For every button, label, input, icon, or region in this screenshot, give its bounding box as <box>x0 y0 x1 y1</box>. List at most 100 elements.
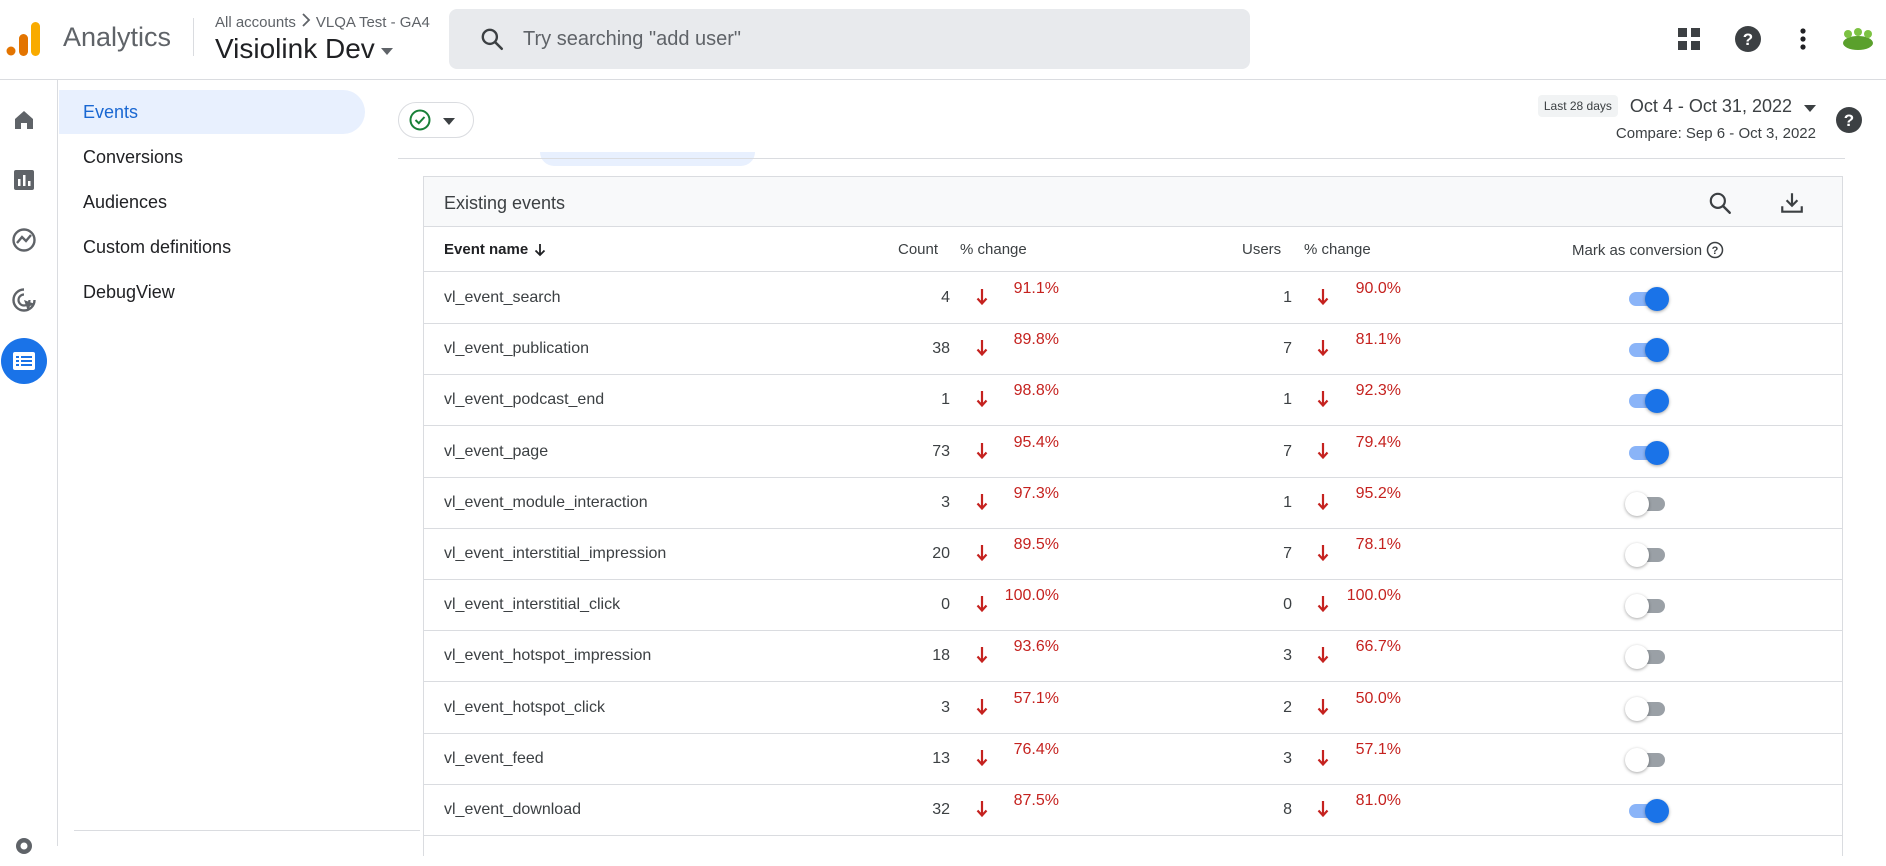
help-icon[interactable]: ? <box>1733 24 1763 54</box>
date-range-dropdown[interactable]: Oct 4 - Oct 31, 2022 <box>1630 96 1816 117</box>
table-row[interactable]: vl_event_hotspot_impression 18 93.6% 3 66.7% <box>424 631 1842 683</box>
subnav-item-conversions[interactable]: Conversions <box>59 135 365 179</box>
event-name-link[interactable]: vl_event_hotspot_impression <box>444 647 651 665</box>
toggle-knob <box>1645 389 1669 414</box>
table-row[interactable]: vl_event_podcast_end 1 98.8% 1 92.3% <box>424 375 1842 427</box>
reports-icon[interactable] <box>4 160 44 200</box>
column-header-label: Event name <box>444 241 529 258</box>
event-name-link[interactable]: vl_event_download <box>444 801 581 819</box>
arrow-down-icon <box>976 493 988 516</box>
column-header-count[interactable]: Count <box>898 241 938 258</box>
subnav-item-audiences[interactable]: Audiences <box>59 180 365 224</box>
column-header-users[interactable]: Users <box>1242 241 1281 258</box>
help-outline-icon[interactable]: ? <box>1706 241 1724 259</box>
data-quality-filter-button[interactable] <box>398 102 474 138</box>
caret-down-icon <box>443 117 455 125</box>
mark-as-conversion-toggle[interactable] <box>1625 747 1669 773</box>
breadcrumb[interactable]: All accounts VLQA Test - GA4 <box>215 13 430 31</box>
user-count: 1 <box>1283 391 1292 409</box>
arrow-down-icon <box>976 698 988 721</box>
subnav-item-debugview[interactable]: DebugView <box>59 270 365 314</box>
mark-as-conversion-toggle[interactable] <box>1625 644 1669 670</box>
apps-grid-icon[interactable] <box>1674 24 1704 54</box>
card-title: Existing events <box>444 193 566 213</box>
table-search-icon[interactable] <box>1707 190 1733 221</box>
table-row[interactable]: vl_event_download 32 87.5% 8 81.0% <box>424 785 1842 836</box>
column-header-count-change[interactable]: % change <box>960 241 1027 258</box>
table-row[interactable]: vl_event_page 73 95.4% 7 79.4% <box>424 427 1842 478</box>
mark-as-conversion-toggle[interactable] <box>1625 542 1669 568</box>
event-name-link[interactable]: vl_event_search <box>444 289 561 307</box>
property-selector[interactable]: Visiolink Dev <box>215 33 393 65</box>
mark-as-conversion-toggle[interactable] <box>1625 337 1669 363</box>
breadcrumb-account[interactable]: VLQA Test - GA4 <box>316 14 430 31</box>
table-row[interactable]: vl_event_feed 13 76.4% 3 57.1% <box>424 734 1842 785</box>
column-header-event-name[interactable]: Event name <box>444 241 547 258</box>
configure-icon[interactable] <box>1 338 47 384</box>
table-row[interactable]: vl_event_publication 38 89.8% 7 81.1% <box>424 324 1842 376</box>
page-help-icon[interactable]: ? <box>1835 106 1863 139</box>
toggle-knob <box>1625 594 1649 619</box>
column-header-users-change[interactable]: % change <box>1304 241 1371 258</box>
event-name-link[interactable]: vl_event_hotspot_click <box>444 699 605 717</box>
breadcrumb-all-accounts[interactable]: All accounts <box>215 14 296 31</box>
mark-as-conversion-toggle[interactable] <box>1625 491 1669 517</box>
explore-icon[interactable] <box>4 220 44 260</box>
brand-divider <box>193 18 194 56</box>
count-change-value: 89.5% <box>1013 536 1059 553</box>
table-row[interactable]: vl_event_hotspot_click 3 57.1% 2 50.0% <box>424 683 1842 734</box>
users-change-value: 66.7% <box>1355 638 1401 656</box>
event-name-link[interactable]: vl_event_interstitial_click <box>444 596 620 614</box>
arrow-down-icon <box>535 243 546 256</box>
users-change-value: 78.1% <box>1355 536 1401 553</box>
arrow-down-icon <box>976 544 988 567</box>
advertising-icon[interactable] <box>4 280 44 320</box>
search-bar[interactable] <box>449 9 1250 69</box>
home-icon[interactable] <box>4 100 44 140</box>
event-name-link[interactable]: vl_event_page <box>444 443 548 461</box>
event-name-link[interactable]: vl_event_podcast_end <box>444 391 604 409</box>
users-change-value: 100.0% <box>1346 587 1401 605</box>
more-vert-icon[interactable] <box>1788 24 1818 54</box>
admin-gear-icon[interactable] <box>4 826 44 866</box>
table-row[interactable]: vl_event_interstitial_impression 20 89.5% 7… <box>424 529 1842 580</box>
event-count: 3 <box>941 698 950 716</box>
users-change-value: 57.1% <box>1355 740 1401 758</box>
avatar[interactable] <box>1840 24 1876 54</box>
toggle-knob <box>1645 440 1669 465</box>
arrow-down-icon <box>1317 544 1329 567</box>
event-name-link[interactable]: vl_event_interstitial_impression <box>444 545 666 563</box>
toggle-knob <box>1625 747 1649 772</box>
count-change-value: 87.5% <box>1013 792 1059 809</box>
mark-as-conversion-toggle[interactable] <box>1625 286 1669 312</box>
user-count: 7 <box>1283 340 1292 358</box>
search-input[interactable] <box>523 27 1123 51</box>
arrow-down-icon <box>1317 390 1329 413</box>
property-name: Visiolink Dev <box>215 33 375 64</box>
mark-as-conversion-toggle[interactable] <box>1625 440 1669 466</box>
event-name-link[interactable]: vl_event_module_interaction <box>444 494 648 512</box>
subnav-item-custom-definitions[interactable]: Custom definitions <box>59 225 365 269</box>
table-row[interactable]: vl_event_search 4 91.1% 1 90.0% <box>424 273 1842 324</box>
analytics-logo-icon[interactable] <box>6 20 42 56</box>
mark-as-conversion-toggle[interactable] <box>1625 798 1669 824</box>
subnav-item-events[interactable]: Events <box>59 90 365 134</box>
toggle-knob <box>1625 543 1649 567</box>
toggle-knob <box>1645 287 1669 311</box>
date-range-picker[interactable]: Last 28 days Oct 4 - Oct 31, 2022 Compar… <box>1537 95 1816 142</box>
app-name: Analytics <box>63 22 172 52</box>
mark-as-conversion-toggle[interactable] <box>1625 593 1669 619</box>
svg-text:?: ? <box>1743 30 1753 49</box>
mark-as-conversion-toggle[interactable] <box>1625 696 1669 722</box>
event-name-link[interactable]: vl_event_publication <box>444 340 589 358</box>
download-icon[interactable] <box>1779 190 1805 221</box>
count-change-value: 76.4% <box>1013 740 1059 758</box>
event-name-link[interactable]: vl_event_feed <box>444 750 544 768</box>
existing-events-card: Existing events Event name Count % chang… <box>423 176 1843 856</box>
table-row[interactable]: vl_event_module_interaction 3 97.3% 1 95.2% <box>424 478 1842 529</box>
content-divider <box>398 158 1845 159</box>
user-count: 7 <box>1283 545 1292 562</box>
arrow-down-icon <box>976 646 988 669</box>
mark-as-conversion-toggle[interactable] <box>1625 388 1669 414</box>
table-row[interactable]: vl_event_interstitial_click 0 100.0% 0 100.0… <box>424 580 1842 632</box>
